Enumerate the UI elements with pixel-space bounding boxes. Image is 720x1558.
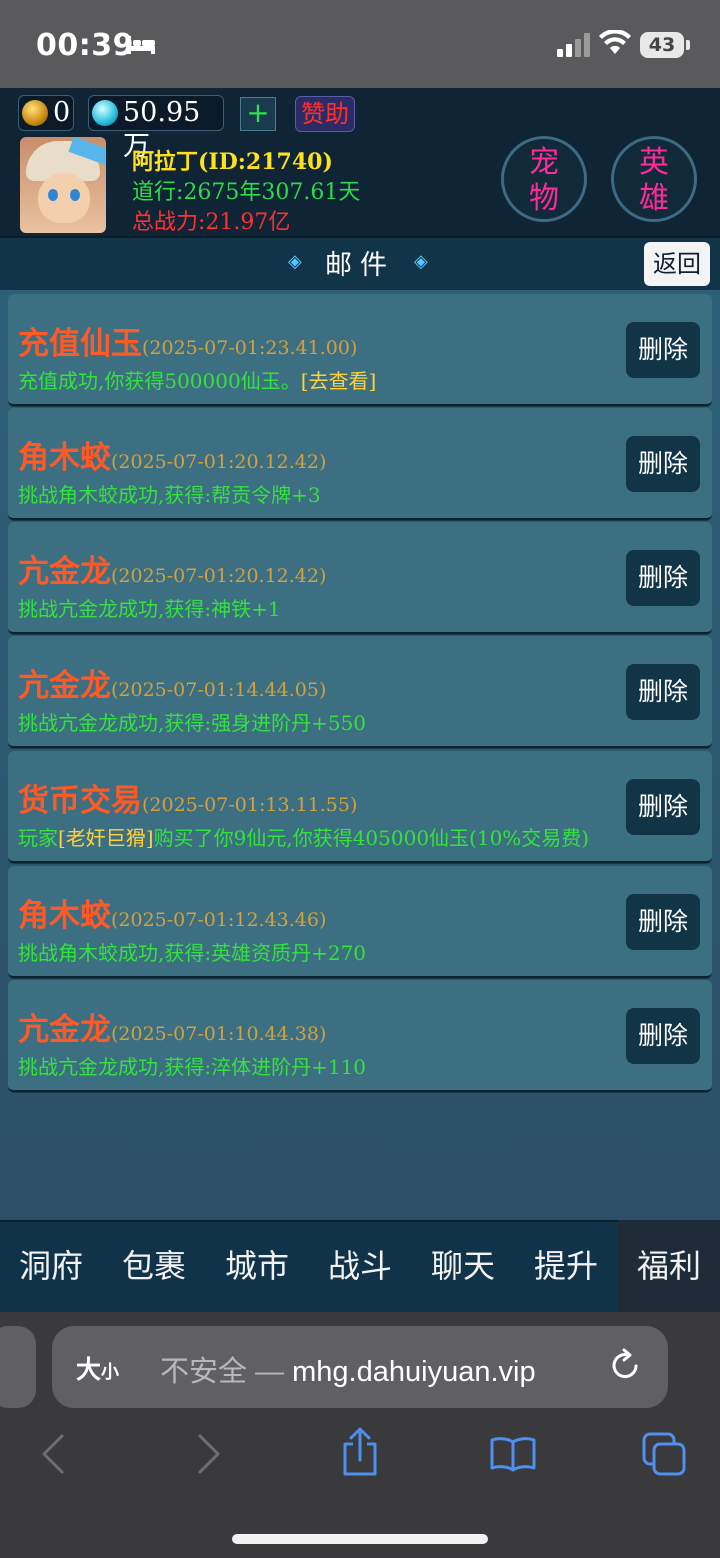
mail-item[interactable]: 亢金龙(2025-07-01:14.44.05) 挑战亢金龙成功,获得:强身进阶…: [8, 636, 712, 748]
ornament-right-icon: ◈: [414, 251, 428, 272]
mail-time: (2025-07-01:13.11.55): [142, 794, 358, 816]
mail-item[interactable]: 充值仙玉(2025-07-01:23.41.00) 充值成功,你获得500000…: [8, 294, 712, 406]
delete-button[interactable]: 删除: [626, 664, 700, 720]
mail-text: 玩家: [18, 826, 58, 850]
url-separator: —: [247, 1356, 293, 1388]
mail-time: (2025-07-01:10.44.38): [111, 1023, 327, 1045]
forward-arrow-icon[interactable]: [196, 1432, 222, 1476]
mail-time: (2025-07-01:12.43.46): [111, 909, 327, 931]
delete-button[interactable]: 删除: [626, 550, 700, 606]
pet-label-2: 物: [529, 181, 559, 216]
insecure-label: 不安全: [160, 1356, 248, 1388]
url-domain: mhg.dahuiyuan.vip: [292, 1356, 536, 1388]
back-arrow-icon[interactable]: [40, 1432, 66, 1476]
mail-body: 挑战亢金龙成功,获得:强身进阶丹+550: [18, 711, 367, 735]
avatar-eye: [70, 189, 80, 201]
mail-subject: 角木蛟: [18, 898, 111, 934]
page-title: 邮件: [325, 250, 395, 281]
mail-time: (2025-07-01:20.12.42): [111, 451, 327, 473]
delete-button[interactable]: 删除: [626, 436, 700, 492]
view-link[interactable]: [去查看]: [301, 369, 377, 393]
back-button[interactable]: 返回: [644, 242, 710, 286]
sponsor-button[interactable]: 赞助: [295, 96, 355, 132]
status-time: 00:39: [36, 28, 134, 63]
mail-subject: 充值仙玉: [18, 326, 142, 362]
aa-big: 大: [76, 1355, 102, 1384]
player-name: 阿拉丁(ID:21740): [132, 149, 333, 175]
tab-chat[interactable]: 聊天: [412, 1220, 514, 1312]
delete-button[interactable]: 删除: [626, 322, 700, 378]
mail-body: 玩家[老奸巨猾]购买了你9仙元,你获得405000仙玉(10%交易费): [18, 822, 589, 851]
pet-label-1: 宠: [529, 145, 559, 180]
tab-welfare[interactable]: 福利: [618, 1220, 720, 1312]
mail-subject: 角木蛟: [18, 440, 111, 476]
jade-orb-icon: [92, 100, 118, 126]
player-daoxing: 道行:2675年307.61天: [132, 180, 361, 205]
mail-subject: 货币交易: [18, 783, 142, 819]
wifi-icon: [599, 30, 631, 54]
tab-cave[interactable]: 洞府: [0, 1220, 102, 1312]
mail-subject: 亢金龙: [18, 668, 111, 704]
tab-bag[interactable]: 包裹: [103, 1220, 205, 1312]
mail-subject: 亢金龙: [18, 1012, 111, 1048]
hero-button[interactable]: 英 雄: [611, 136, 697, 222]
avatar-eye: [48, 189, 58, 201]
mail-subject: 亢金龙: [18, 554, 111, 590]
mail-body: 挑战角木蛟成功,获得:帮贡令牌+3: [18, 483, 321, 507]
previous-tab-preview[interactable]: [0, 1326, 36, 1408]
share-icon[interactable]: [340, 1426, 380, 1478]
tab-battle[interactable]: 战斗: [309, 1220, 411, 1312]
gold-value: 0: [53, 97, 71, 128]
mail-time: (2025-07-01:14.44.05): [111, 679, 327, 701]
mail-time: (2025-07-01:23.41.00): [142, 337, 358, 359]
delete-button[interactable]: 删除: [626, 779, 700, 835]
mail-item[interactable]: 货币交易(2025-07-01:13.11.55) 玩家[老奸巨猾]购买了你9仙…: [8, 751, 712, 863]
mail-item[interactable]: 角木蛟(2025-07-01:12.43.46) 挑战角木蛟成功,获得:英雄资质…: [8, 866, 712, 978]
aa-small: 小: [101, 1362, 120, 1383]
sleep-mode-icon: [127, 36, 155, 54]
cellular-signal-icon: [557, 33, 590, 57]
hero-label-2: 雄: [639, 181, 669, 216]
mail-text: 充值成功,你获得500000仙玉。: [18, 369, 301, 393]
gold-counter: 0: [18, 95, 74, 131]
tab-upgrade[interactable]: 提升: [515, 1220, 617, 1312]
mail-item[interactable]: 亢金龙(2025-07-01:10.44.38) 挑战亢金龙成功,获得:淬体进阶…: [8, 980, 712, 1092]
mail-body: 充值成功,你获得500000仙玉。[去查看]: [18, 365, 376, 394]
mail-item[interactable]: 亢金龙(2025-07-01:20.12.42) 挑战亢金龙成功,获得:神铁+1…: [8, 522, 712, 634]
delete-button[interactable]: 删除: [626, 894, 700, 950]
jade-counter: 50.95万: [88, 95, 224, 162]
reload-icon[interactable]: [608, 1346, 644, 1384]
tabs-icon[interactable]: [642, 1432, 686, 1476]
mail-item[interactable]: 角木蛟(2025-07-01:20.12.42) 挑战角木蛟成功,获得:帮贡令牌…: [8, 408, 712, 520]
mail-body: 挑战角木蛟成功,获得:英雄资质丹+270: [18, 941, 367, 965]
avatar-face: [38, 173, 90, 223]
mail-time: (2025-07-01:20.12.42): [111, 565, 327, 587]
mail-body: 挑战亢金龙成功,获得:神铁+1: [18, 597, 281, 621]
hero-label-1: 英: [639, 145, 669, 180]
url-text: 不安全 — mhg.dahuiyuan.vip: [160, 1348, 536, 1390]
mail-body: 挑战亢金龙成功,获得:淬体进阶丹+110: [18, 1055, 367, 1079]
player-link[interactable]: [老奸巨猾]: [58, 826, 154, 850]
mail-text: 购买了你9仙元,你获得405000仙玉(10%交易费): [153, 826, 590, 850]
battery-icon: 43: [640, 32, 684, 58]
pet-button[interactable]: 宠 物: [501, 136, 587, 222]
recharge-button[interactable]: +: [240, 97, 276, 131]
bookmarks-icon[interactable]: [490, 1436, 536, 1472]
avatar[interactable]: [20, 137, 106, 233]
gold-coin-icon: [22, 100, 48, 126]
delete-button[interactable]: 删除: [626, 1008, 700, 1064]
battery-tip: [686, 40, 690, 50]
home-indicator[interactable]: [232, 1534, 488, 1544]
player-power: 总战力:21.97亿: [132, 210, 291, 235]
tab-city[interactable]: 城市: [206, 1220, 308, 1312]
page-settings-button[interactable]: 大小: [76, 1350, 119, 1386]
